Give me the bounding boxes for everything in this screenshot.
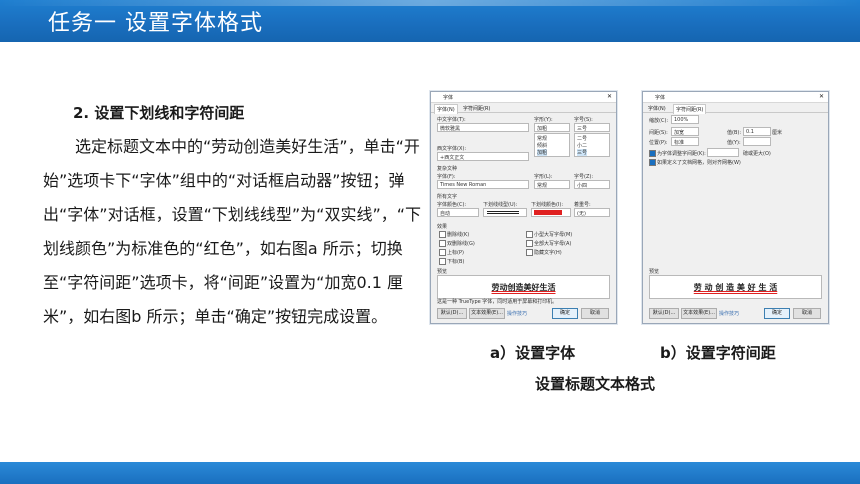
header-bar: 任务一 设置字体格式 [0,0,860,42]
default-button: 默认(D)... [437,308,467,319]
tips-link: 操作技巧 [719,311,740,317]
tab-font: 字体(N) [648,106,666,112]
label-grid: 如果定义了文档网格，则对齐网格(W) [657,160,741,166]
text-effects-button: 文本效果(E)... [681,308,717,319]
position-value-field [743,137,771,146]
scale-field: 100% [671,115,699,124]
figure-caption: 设置标题文本格式 [535,375,656,393]
label-font-color: 字体颜色(C): [437,202,467,208]
ok-button: 确定 [552,308,578,319]
preview-text: 劳动创造美好生活 [491,283,556,292]
kerning-checkbox [649,150,656,157]
label-preview: 预览 [649,269,660,275]
preview-box: 劳 动 创 造 美 好 生 活 [649,275,822,299]
label-kerning: 为字体调整字间距(K): [657,151,706,157]
spacing-field: 加宽 [671,127,699,136]
text-effects-button: 文本效果(E)... [469,308,505,319]
label-cn-font: 中文字体(T): [437,117,466,123]
close-icon: ✕ [818,93,824,100]
tab-spacing: 字符间距(R) [463,106,491,112]
spacing-dialog-screenshot: 字体 ✕ 字体(N) 字符间距(R) 缩放(C): 100% 间距(S): 加宽… [642,91,829,324]
label-underline-color: 下划线颜色(I): [531,202,564,208]
label-value-y: 值(Y): [727,140,741,146]
size-list: 二号 小二 三号 [574,133,610,157]
checkbox [526,231,533,238]
checkbox [439,240,446,247]
emphasis-field: (无) [574,208,610,217]
label-complex-style: 字形(L): [534,174,553,180]
kerning-field [707,148,739,157]
dialog-tabs: 字体(N) 字符间距(R) [431,103,616,114]
label-size: 字号(S): [574,117,593,123]
tab-spacing: 字符间距(R) [673,104,707,114]
body-text: 2. 设置下划线和字符间距 选定标题文本中的“劳动创造美好生活”，单击“开始”选… [43,96,423,334]
section-heading: 2. 设置下划线和字符间距 [73,104,245,122]
label-complex: 复杂文种 [437,166,458,172]
page-title: 任务一 设置字体格式 [48,11,263,36]
truetype-note: 这是一种 TrueType 字体，同时适用于屏幕和打印机。 [437,299,558,305]
style-list: 常规 倾斜 加粗 [534,133,570,157]
complex-size-field: 小四 [574,180,610,189]
checkbox [526,249,533,256]
label-west-font: 西文字体(X): [437,146,467,152]
label-spacing: 间距(S): [649,130,668,136]
label-complex-font: 字体(F): [437,174,456,180]
underline-style-field [483,208,527,217]
caption-b: b）设置字符间距 [660,344,776,362]
label-style: 字形(Y): [534,117,553,123]
style-field: 加粗 [534,123,570,132]
checkbox [439,231,446,238]
underline-color-field [531,208,571,217]
complex-style-field: 常规 [534,180,570,189]
default-button: 默认(D)... [649,308,679,319]
preview-text: 劳 动 创 造 美 好 生 活 [693,283,778,292]
cancel-button: 取消 [581,308,609,319]
cancel-button: 取消 [793,308,821,319]
dialog-title: 字体 [443,95,454,101]
west-font-field: +西文正文 [437,152,529,161]
size-field: 三号 [574,123,610,132]
label-preview: 预览 [437,269,448,275]
cn-font-field: 微软雅黑 [437,123,529,132]
label-effects: 效果 [437,224,448,230]
footer-bar [0,462,860,484]
checkbox [439,258,446,265]
instruction-paragraph: 选定标题文本中的“劳动创造美好生活”，单击“开始”选项卡下“字体”组中的“对话框… [43,137,422,326]
checkbox [526,240,533,247]
spacing-unit: 厘米 [772,130,783,136]
label-emphasis: 着重号: [574,202,591,208]
label-scale: 缩放(C): [649,118,669,124]
tips-link: 操作技巧 [507,311,528,317]
complex-font-field: Times New Roman [437,180,529,189]
tab-font: 字体(N) [434,104,458,114]
spacing-value-field: 0.1 [743,127,771,136]
ok-button: 确定 [764,308,790,319]
label-all-text: 所有文字 [437,194,458,200]
label-value-b: 值(B): [727,130,742,136]
kerning-suffix: 磅或更大(O) [743,151,771,157]
font-dialog-screenshot: 字体 ✕ 字体(N) 字符间距(R) 中文字体(T): 字形(Y): 字号(S)… [430,91,617,324]
caption-a: a）设置字体 [490,344,576,362]
preview-box: 劳动创造美好生活 [437,275,610,299]
dialog-titlebar: 字体 ✕ [643,92,828,103]
label-position: 位置(P): [649,140,668,146]
close-icon: ✕ [606,93,612,100]
position-field: 标准 [671,137,699,146]
dialog-titlebar: 字体 ✕ [431,92,616,103]
grid-checkbox [649,159,656,166]
dialog-tabs: 字体(N) 字符间距(R) [643,103,828,114]
dialog-title: 字体 [655,95,666,101]
font-color-field: 自动 [437,208,479,217]
label-underline-style: 下划线线型(U): [483,202,518,208]
checkbox [439,249,446,256]
label-complex-size: 字号(Z): [574,174,594,180]
